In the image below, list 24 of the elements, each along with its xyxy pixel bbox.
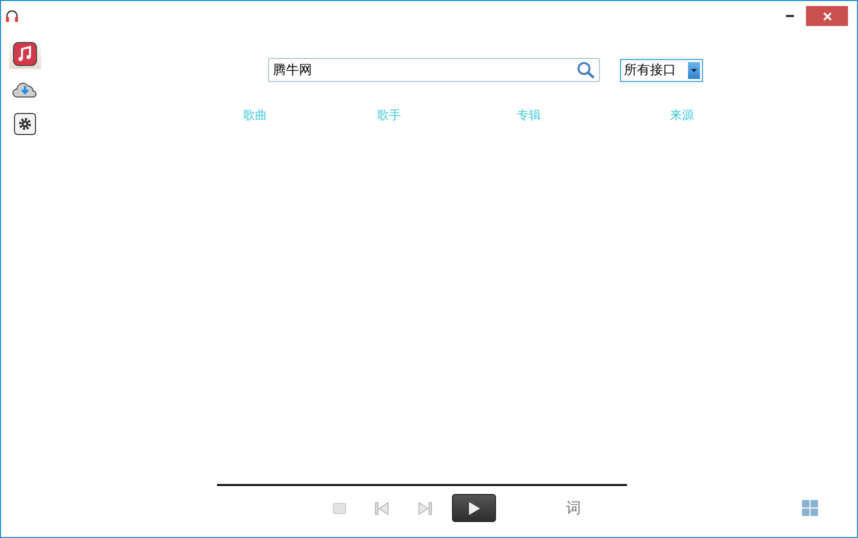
cloud-download-icon <box>12 80 38 98</box>
dropdown-arrow-icon <box>691 68 697 72</box>
source-select[interactable]: 所有接口 <box>620 58 703 82</box>
close-button[interactable] <box>806 6 848 26</box>
close-icon <box>822 12 832 20</box>
column-header: 专辑 <box>517 108 541 122</box>
lyrics-button[interactable]: 词 <box>566 498 581 518</box>
previous-icon <box>375 502 389 514</box>
grid-view-button[interactable] <box>802 500 818 516</box>
search-field[interactable]: 腾牛网 <box>268 58 600 82</box>
sidebar-item[interactable] <box>9 39 41 69</box>
search-icon[interactable] <box>576 61 596 79</box>
play-button[interactable] <box>452 494 496 522</box>
settings-icon <box>14 113 36 135</box>
column-header: 来源 <box>670 108 694 122</box>
headphones-icon <box>5 9 19 23</box>
play-icon <box>468 502 480 514</box>
music-note-icon <box>13 42 37 66</box>
grid-icon <box>802 500 818 516</box>
stop-icon <box>333 502 346 514</box>
column-header: 歌曲 <box>243 108 267 122</box>
minimize-icon <box>786 15 794 17</box>
column-header: 歌手 <box>377 108 401 122</box>
next-icon <box>418 502 432 514</box>
